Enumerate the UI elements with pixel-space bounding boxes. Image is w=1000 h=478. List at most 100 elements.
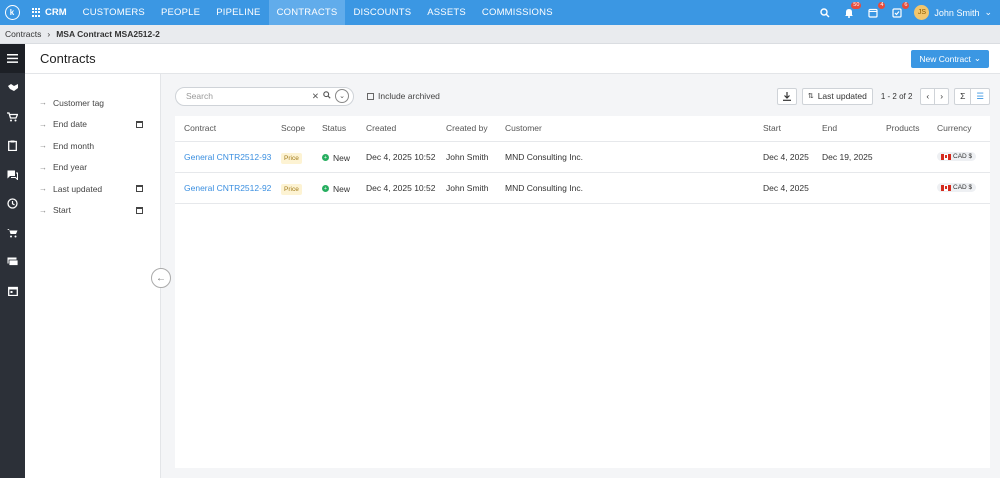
cart-icon[interactable] bbox=[0, 102, 25, 131]
nav-people[interactable]: PEOPLE bbox=[153, 0, 208, 25]
history-icon[interactable] bbox=[0, 189, 25, 218]
chevron-left-icon: ‹ bbox=[926, 91, 930, 101]
column-header[interactable]: Created by bbox=[437, 116, 496, 142]
bell-icon[interactable]: 50 bbox=[842, 1, 862, 20]
status-label: New bbox=[333, 152, 351, 163]
filter-customer-tag[interactable]: → Customer tag bbox=[25, 92, 160, 114]
table-header-row: Contract Scope Status Created Created by… bbox=[175, 116, 990, 142]
column-header[interactable]: Status bbox=[313, 116, 357, 142]
created-cell: Dec 4, 2025 10:52 bbox=[357, 172, 437, 204]
search-options-chevron-icon[interactable]: ⌄ bbox=[335, 89, 349, 103]
nav-assets[interactable]: ASSETS bbox=[419, 0, 474, 25]
search-placeholder: Search bbox=[186, 91, 213, 101]
list-toolbar: Search ✕ ⌄ Include archived ⇅ Last updat… bbox=[175, 85, 990, 107]
download-icon bbox=[782, 91, 791, 101]
status-badge: + New bbox=[322, 153, 350, 163]
filter-end-month[interactable]: → End month bbox=[25, 135, 160, 157]
filter-label: Customer tag bbox=[53, 97, 105, 108]
approvals-icon[interactable]: 6 bbox=[890, 1, 910, 20]
column-header[interactable]: Start bbox=[754, 116, 813, 142]
nav-pipeline[interactable]: PIPELINE bbox=[208, 0, 268, 25]
calendar-icon[interactable] bbox=[136, 185, 143, 193]
apps-menu[interactable]: CRM bbox=[24, 0, 75, 25]
filter-end-year[interactable]: → End year bbox=[25, 157, 160, 179]
canada-flag-icon bbox=[941, 184, 951, 191]
nav-contracts[interactable]: CONTRACTS bbox=[268, 0, 346, 25]
avatar: JS bbox=[914, 5, 930, 20]
column-header[interactable]: Scope bbox=[272, 116, 313, 142]
checkbox-box[interactable] bbox=[367, 92, 374, 100]
column-header[interactable]: Products bbox=[877, 116, 928, 142]
table-row[interactable]: General CNTR2512-92 Price + New Dec 4, 20… bbox=[175, 172, 990, 204]
breadcrumb-parent[interactable]: Contracts bbox=[5, 29, 41, 39]
handshake-icon[interactable] bbox=[0, 73, 25, 102]
menu-icon[interactable] bbox=[0, 44, 25, 73]
calendar-icon[interactable] bbox=[136, 206, 143, 214]
column-header[interactable]: Customer bbox=[496, 116, 754, 142]
table-row[interactable]: General CNTR2512-93 Price + New Dec 4, 20… bbox=[175, 141, 990, 173]
customer-cell: MND Consulting Inc. bbox=[496, 172, 754, 204]
filter-label: End month bbox=[53, 140, 95, 151]
new-contract-button[interactable]: New Contract ⌄ bbox=[911, 49, 989, 68]
column-header[interactable]: Contract bbox=[175, 116, 272, 142]
arrow-right-icon: → bbox=[39, 98, 47, 108]
filter-label: End date bbox=[53, 119, 88, 130]
search-icon[interactable] bbox=[323, 91, 331, 101]
start-cell: Dec 4, 2025 bbox=[754, 141, 813, 173]
sum-button[interactable]: Σ bbox=[954, 87, 972, 105]
next-page-button[interactable]: › bbox=[935, 87, 950, 105]
billing-icon[interactable] bbox=[0, 247, 25, 276]
chevron-down-icon: ⌄ bbox=[973, 53, 981, 63]
filter-end-date[interactable]: → End date bbox=[25, 114, 160, 136]
nav-commissions[interactable]: COMMISSIONS bbox=[474, 0, 561, 25]
status-badge: + New bbox=[322, 184, 350, 194]
include-archived-checkbox[interactable]: Include archived bbox=[367, 91, 440, 101]
apps-grid-icon bbox=[32, 8, 41, 17]
currency-label: CAD $ bbox=[953, 153, 973, 160]
currency-badge: CAD $ bbox=[937, 183, 977, 192]
user-menu[interactable]: JS John Smith ⌄ bbox=[914, 5, 992, 20]
shopping-cart-icon[interactable] bbox=[0, 218, 25, 247]
page-header: Contracts New Contract ⌄ bbox=[25, 44, 1000, 74]
arrow-right-icon: → bbox=[39, 162, 47, 172]
user-name: John Smith bbox=[934, 7, 980, 18]
search-icon[interactable] bbox=[818, 6, 832, 20]
collapse-filters-button[interactable]: ← bbox=[151, 268, 171, 288]
contract-link[interactable]: General CNTR2512-92 bbox=[184, 183, 271, 193]
filter-start[interactable]: → Start bbox=[25, 200, 160, 222]
prev-page-button[interactable]: ‹ bbox=[920, 87, 936, 105]
column-header[interactable]: Currency bbox=[928, 116, 990, 142]
arrow-right-icon: → bbox=[39, 184, 47, 194]
page-title: Contracts bbox=[40, 51, 96, 66]
calendar-icon[interactable] bbox=[0, 276, 25, 305]
column-header[interactable]: End bbox=[813, 116, 877, 142]
app-logo[interactable]: k bbox=[0, 0, 24, 25]
breadcrumb: Contracts › MSA Contract MSA2512-2 bbox=[0, 25, 1000, 44]
clipboard-icon[interactable] bbox=[0, 131, 25, 160]
end-cell: Dec 19, 2025 bbox=[813, 141, 877, 173]
chevron-right-icon: › bbox=[940, 91, 944, 101]
nav-customers[interactable]: CUSTOMERS bbox=[75, 0, 153, 25]
breadcrumb-current: MSA Contract MSA2512-2 bbox=[56, 29, 160, 39]
clear-icon[interactable]: ✕ bbox=[312, 91, 319, 102]
currency-badge: CAD $ bbox=[937, 152, 977, 161]
contracts-table-panel: Contract Scope Status Created Created by… bbox=[175, 116, 990, 468]
sort-button[interactable]: ⇅ Last updated bbox=[801, 87, 873, 105]
download-button[interactable] bbox=[776, 87, 797, 105]
currency-label: CAD $ bbox=[953, 184, 973, 191]
calendar-icon[interactable] bbox=[136, 120, 143, 128]
paging-info: 1 - 2 of 2 bbox=[880, 91, 913, 101]
sort-icon: ⇅ bbox=[807, 93, 814, 100]
sort-label: Last updated bbox=[817, 91, 867, 101]
tasks-icon[interactable]: 4 bbox=[866, 1, 886, 20]
arrow-right-icon: → bbox=[39, 119, 47, 129]
chat-icon[interactable] bbox=[0, 160, 25, 189]
created-cell: Dec 4, 2025 10:52 bbox=[357, 141, 437, 173]
filter-last-updated[interactable]: → Last updated bbox=[25, 178, 160, 200]
customer-cell: MND Consulting Inc. bbox=[496, 141, 754, 173]
search-input[interactable]: Search ✕ ⌄ bbox=[175, 86, 354, 106]
column-header[interactable]: Created bbox=[357, 116, 437, 142]
list-view-button[interactable]: ☰ bbox=[971, 87, 990, 105]
contract-link[interactable]: General CNTR2512-93 bbox=[184, 152, 271, 162]
nav-discounts[interactable]: DISCOUNTS bbox=[345, 0, 419, 25]
